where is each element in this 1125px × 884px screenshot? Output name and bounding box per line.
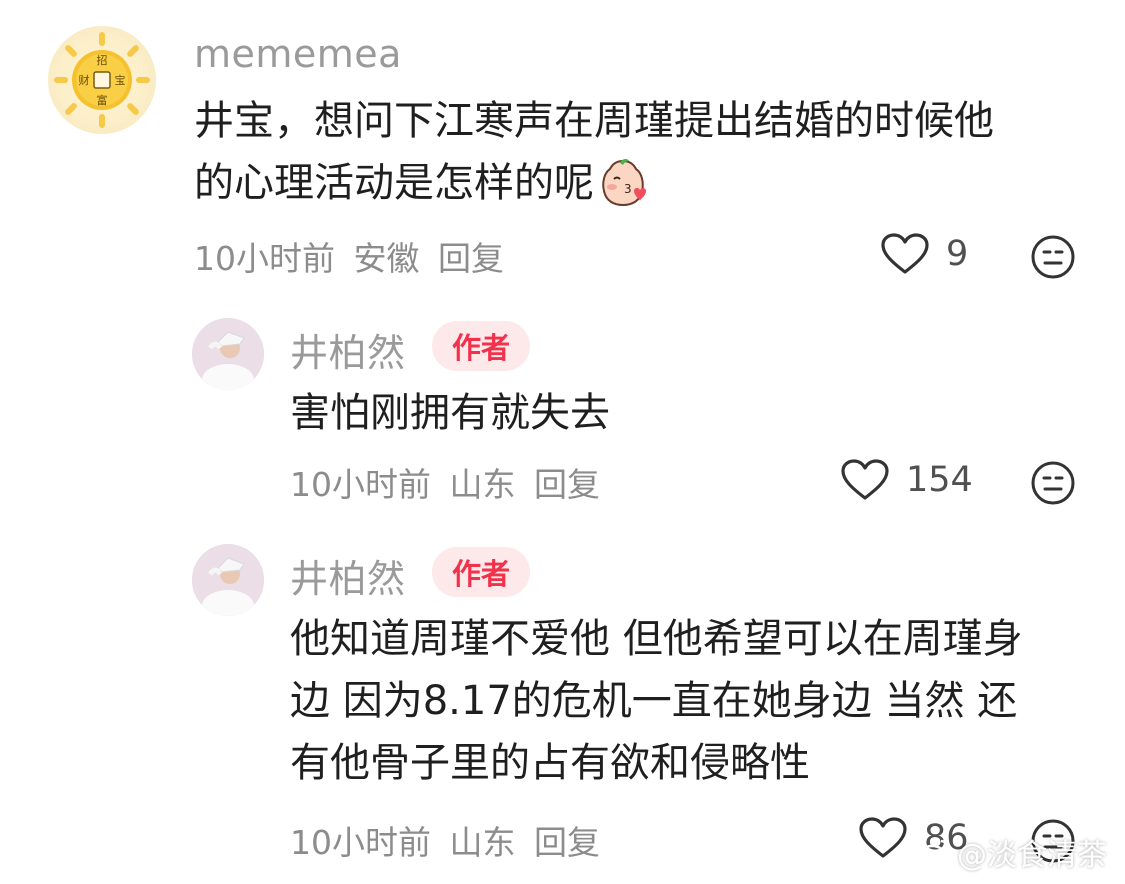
comment-line: 井宝，想问下江寒声在周瑾提出结婚的时候他 bbox=[194, 98, 994, 144]
sun-coin-icon: 招 财 宝 富 bbox=[54, 32, 150, 128]
location: 山东 bbox=[449, 823, 516, 862]
avatar[interactable] bbox=[192, 318, 264, 390]
dislike-button[interactable] bbox=[1030, 234, 1076, 284]
comment-line: 有他骨子里的占有欲和侵略性 bbox=[290, 740, 810, 786]
like-button[interactable]: 9 bbox=[880, 232, 968, 276]
comment-line: 边 因为8.17的危机一直在她身边 当然 还 bbox=[290, 678, 1018, 724]
person-photo-icon bbox=[192, 544, 264, 616]
meh-face-icon bbox=[1031, 461, 1075, 505]
reply-button[interactable]: 回复 bbox=[534, 465, 600, 504]
comment-meta: 10小时前 山东 回复 bbox=[290, 816, 600, 864]
comment-line: 的心理活动是怎样的呢 bbox=[194, 160, 594, 206]
heart-icon bbox=[859, 817, 907, 858]
timestamp: 10小时前 bbox=[194, 239, 335, 278]
svg-text:3: 3 bbox=[624, 182, 632, 196]
avatar-char: 宝 bbox=[115, 73, 126, 87]
heart-icon bbox=[881, 233, 929, 274]
meh-face-icon bbox=[1031, 235, 1075, 279]
comment-line: 他知道周瑾不爱他 但他希望可以在周瑾身 bbox=[290, 616, 1023, 662]
reply-button[interactable]: 回复 bbox=[438, 239, 504, 278]
watermark-text: @淡食清茶 bbox=[957, 838, 1107, 873]
dislike-button[interactable] bbox=[1030, 460, 1076, 510]
author-badge: 作者 bbox=[432, 321, 530, 371]
location: 安徽 bbox=[353, 239, 420, 278]
avatar[interactable] bbox=[192, 544, 264, 616]
username[interactable]: 井柏然 bbox=[290, 322, 406, 377]
comment-text: 他知道周瑾不爱他 但他希望可以在周瑾身 边 因为8.17的危机一直在她身边 当然… bbox=[290, 608, 1090, 794]
kiss-face-emoji-icon: 3 bbox=[598, 157, 648, 209]
timestamp: 10小时前 bbox=[290, 465, 431, 504]
like-count: 154 bbox=[906, 460, 973, 500]
comment-meta: 10小时前 安徽 回复 bbox=[194, 232, 504, 280]
person-photo-icon bbox=[192, 318, 264, 390]
comment-text: 井宝，想问下江寒声在周瑾提出结婚的时候他 的心理活动是怎样的呢 3 bbox=[194, 90, 1074, 214]
location: 山东 bbox=[449, 465, 516, 504]
comment-text: 害怕刚拥有就失去 bbox=[290, 382, 1070, 444]
avatar[interactable]: 招 财 宝 富 bbox=[48, 26, 156, 134]
heart-icon bbox=[841, 459, 889, 500]
reply-button[interactable]: 回复 bbox=[534, 823, 600, 862]
comment-line: 害怕刚拥有就失去 bbox=[290, 390, 610, 436]
watermark: @淡食清茶 bbox=[917, 830, 1107, 874]
timestamp: 10小时前 bbox=[290, 823, 431, 862]
avatar-char: 富 bbox=[97, 93, 108, 107]
author-badge: 作者 bbox=[432, 547, 530, 597]
username[interactable]: mememea bbox=[194, 32, 402, 76]
comment-line-with-emoji: 的心理活动是怎样的呢 3 bbox=[194, 152, 1074, 214]
like-count: 9 bbox=[946, 234, 969, 274]
weibo-logo-icon bbox=[917, 839, 951, 866]
like-button[interactable]: 154 bbox=[840, 458, 973, 502]
avatar-char: 招 bbox=[97, 53, 108, 67]
avatar-char: 财 bbox=[79, 73, 90, 87]
comment-meta: 10小时前 山东 回复 bbox=[290, 458, 600, 506]
username[interactable]: 井柏然 bbox=[290, 548, 406, 603]
